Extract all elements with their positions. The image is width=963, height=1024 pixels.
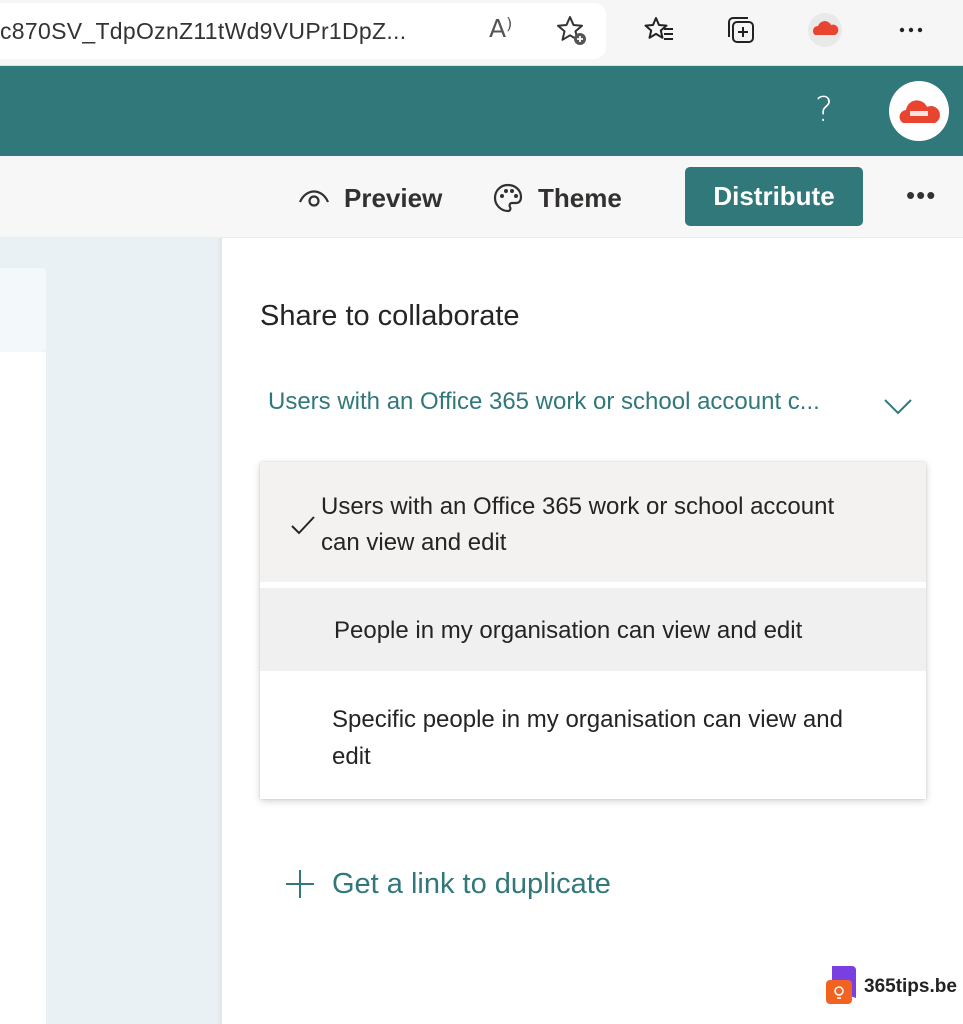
preview-button[interactable]: Preview xyxy=(298,178,442,218)
form-body-card xyxy=(0,352,46,1024)
office-profile-icon[interactable] xyxy=(807,12,843,48)
eye-icon xyxy=(298,190,330,207)
option-people-in-organisation[interactable]: People in my organisation can view and e… xyxy=(260,588,926,671)
permission-dropdown-menu: Users with an Office 365 work or school … xyxy=(260,462,926,799)
brand-name: 365tips.be xyxy=(864,976,957,997)
account-avatar[interactable] xyxy=(889,81,949,141)
read-aloud-icon[interactable]: A) xyxy=(489,14,512,43)
theme-label: Theme xyxy=(538,182,622,213)
url-text[interactable]: c870SV_TdpOznZ11tWd9VUPr1DpZ... xyxy=(0,18,406,45)
plus-icon xyxy=(286,870,314,898)
brand-logo-icon xyxy=(826,966,856,1004)
favorites-icon[interactable] xyxy=(641,12,677,48)
distribute-button[interactable]: Distribute xyxy=(685,167,863,226)
option-label-line2: can view and edit xyxy=(321,529,507,556)
more-icon[interactable] xyxy=(893,12,929,48)
theme-button[interactable]: Theme xyxy=(492,178,622,218)
option-label-line1: Specific people in my organisation can v… xyxy=(332,706,843,733)
add-favorite-icon[interactable] xyxy=(553,12,589,48)
dropdown-selected-value: Users with an Office 365 work or school … xyxy=(268,388,820,415)
option-label-line1: Users with an Office 365 work or school … xyxy=(321,493,835,520)
checkmark-icon xyxy=(291,516,315,535)
get-duplicate-link-label: Get a link to duplicate xyxy=(332,867,611,900)
collections-icon[interactable] xyxy=(723,12,759,48)
form-header-card xyxy=(0,268,46,352)
share-permission-dropdown[interactable]: Users with an Office 365 work or school … xyxy=(268,388,918,424)
brand-watermark: 365tips.be xyxy=(826,966,957,1008)
share-title: Share to collaborate xyxy=(260,300,520,332)
office-cloud-icon xyxy=(899,100,940,123)
help-button[interactable]: ? xyxy=(815,90,833,130)
option-office-365-users[interactable]: Users with an Office 365 work or school … xyxy=(260,462,926,582)
more-options-icon[interactable]: ••• xyxy=(906,180,936,211)
option-label-line2: edit xyxy=(332,743,371,770)
preview-label: Preview xyxy=(344,182,443,213)
option-specific-people[interactable]: Specific people in my organisation can v… xyxy=(260,674,926,799)
palette-icon xyxy=(493,183,523,213)
chevron-down-icon xyxy=(884,399,912,415)
address-bar[interactable]: c870SV_TdpOznZ11tWd9VUPr1DpZ... xyxy=(0,3,606,59)
option-label: People in my organisation can view and e… xyxy=(334,617,803,644)
get-duplicate-link-button[interactable]: Get a link to duplicate xyxy=(284,864,611,904)
